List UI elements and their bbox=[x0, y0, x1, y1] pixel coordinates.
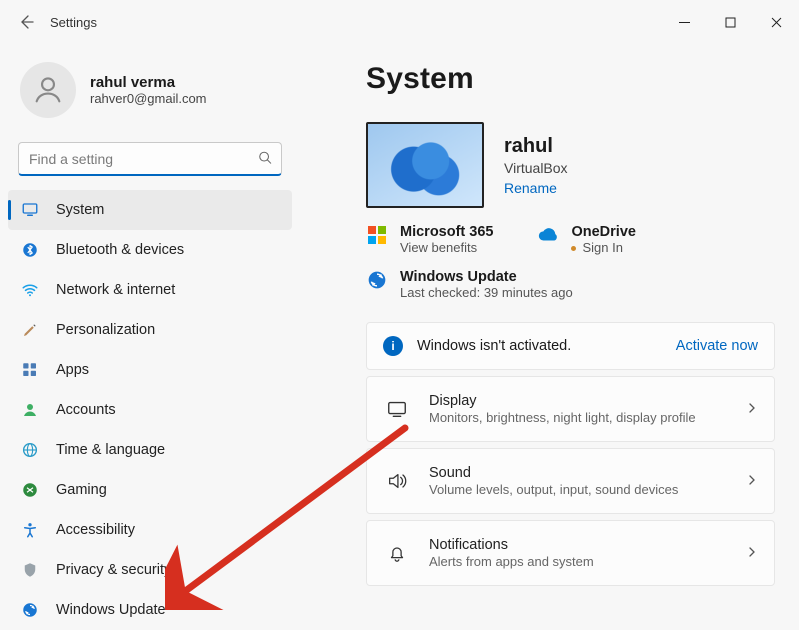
bluetooth-icon bbox=[20, 240, 40, 260]
setting-title: Sound bbox=[429, 465, 728, 481]
wifi-icon bbox=[20, 280, 40, 300]
search-icon bbox=[258, 151, 272, 168]
search-box bbox=[18, 142, 282, 176]
pc-name: rahul bbox=[504, 135, 568, 158]
sidebar-item-label: System bbox=[56, 202, 104, 218]
profile-block[interactable]: rahul verma rahver0@gmail.com bbox=[8, 58, 292, 132]
sidebar-item-label: Privacy & security bbox=[56, 562, 171, 578]
avatar bbox=[20, 62, 76, 118]
winupdate-item[interactable]: Windows Update Last checked: 39 minutes … bbox=[366, 269, 573, 300]
sidebar-item-windows-update[interactable]: Windows Update bbox=[8, 590, 292, 630]
onedrive-sub: Sign In bbox=[571, 240, 635, 255]
back-button[interactable] bbox=[14, 10, 38, 34]
sidebar-item-label: Gaming bbox=[56, 482, 107, 498]
search-input[interactable] bbox=[18, 142, 282, 176]
chevron-right-icon bbox=[746, 473, 758, 489]
setting-display[interactable]: Display Monitors, brightness, night ligh… bbox=[366, 376, 775, 442]
sidebar-item-gaming[interactable]: Gaming bbox=[8, 470, 292, 510]
system-icon bbox=[20, 200, 40, 220]
setting-notifications[interactable]: Notifications Alerts from apps and syste… bbox=[366, 520, 775, 586]
title-bar: Settings bbox=[0, 0, 799, 44]
onedrive-title: OneDrive bbox=[571, 224, 635, 240]
accounts-icon bbox=[20, 400, 40, 420]
winupdate-title: Windows Update bbox=[400, 269, 573, 285]
sidebar-item-accounts[interactable]: Accounts bbox=[8, 390, 292, 430]
pc-model: VirtualBox bbox=[504, 160, 568, 176]
sound-icon bbox=[383, 467, 411, 495]
gaming-icon bbox=[20, 480, 40, 500]
ms365-sub: View benefits bbox=[400, 240, 493, 255]
sidebar-item-label: Accessibility bbox=[56, 522, 135, 538]
info-row: Microsoft 365 View benefits OneDrive Sig… bbox=[366, 224, 775, 255]
window-title: Settings bbox=[50, 15, 97, 30]
onedrive-item[interactable]: OneDrive Sign In bbox=[537, 224, 635, 255]
page-heading: System bbox=[366, 62, 775, 96]
setting-sound[interactable]: Sound Volume levels, output, input, soun… bbox=[366, 448, 775, 514]
sidebar-item-label: Accounts bbox=[56, 402, 116, 418]
chevron-right-icon bbox=[746, 545, 758, 561]
activate-now-link[interactable]: Activate now bbox=[676, 338, 758, 354]
sidebar-item-label: Personalization bbox=[56, 322, 155, 338]
nav-list: System Bluetooth & devices Network & int… bbox=[8, 190, 292, 630]
setting-title: Notifications bbox=[429, 537, 728, 553]
ms365-title: Microsoft 365 bbox=[400, 224, 493, 240]
sidebar-item-privacy[interactable]: Privacy & security bbox=[8, 550, 292, 590]
update-icon bbox=[20, 600, 40, 620]
sidebar-item-label: Time & language bbox=[56, 442, 165, 458]
globe-icon bbox=[20, 440, 40, 460]
ms365-item[interactable]: Microsoft 365 View benefits bbox=[366, 224, 493, 255]
sidebar-item-bluetooth[interactable]: Bluetooth & devices bbox=[8, 230, 292, 270]
update-icon bbox=[366, 269, 388, 291]
chevron-right-icon bbox=[746, 401, 758, 417]
rename-link[interactable]: Rename bbox=[504, 180, 568, 196]
shield-icon bbox=[20, 560, 40, 580]
brush-icon bbox=[20, 320, 40, 340]
pc-block: rahul VirtualBox Rename bbox=[366, 122, 775, 208]
setting-sub: Monitors, brightness, night light, displ… bbox=[429, 410, 728, 425]
activation-banner: i Windows isn't activated. Activate now bbox=[366, 322, 775, 370]
winupdate-sub: Last checked: 39 minutes ago bbox=[400, 285, 573, 300]
setting-sub: Alerts from apps and system bbox=[429, 554, 728, 569]
sidebar: rahul verma rahver0@gmail.com System B bbox=[0, 44, 300, 630]
close-button[interactable] bbox=[753, 7, 799, 37]
info-icon: i bbox=[383, 336, 403, 356]
sidebar-item-system[interactable]: System bbox=[8, 190, 292, 230]
sidebar-item-label: Windows Update bbox=[56, 602, 166, 618]
sidebar-item-label: Apps bbox=[56, 362, 89, 378]
setting-sub: Volume levels, output, input, sound devi… bbox=[429, 482, 728, 497]
onedrive-icon bbox=[537, 224, 559, 246]
accessibility-icon bbox=[20, 520, 40, 540]
sidebar-item-personalization[interactable]: Personalization bbox=[8, 310, 292, 350]
sidebar-item-time-language[interactable]: Time & language bbox=[8, 430, 292, 470]
main-content: System rahul VirtualBox Rename Microsoft… bbox=[300, 44, 799, 630]
sidebar-item-accessibility[interactable]: Accessibility bbox=[8, 510, 292, 550]
sidebar-item-network[interactable]: Network & internet bbox=[8, 270, 292, 310]
activation-text: Windows isn't activated. bbox=[417, 338, 662, 354]
user-email: rahver0@gmail.com bbox=[90, 91, 207, 106]
pc-thumbnail bbox=[366, 122, 484, 208]
sidebar-item-apps[interactable]: Apps bbox=[8, 350, 292, 390]
minimize-button[interactable] bbox=[661, 7, 707, 37]
maximize-button[interactable] bbox=[707, 7, 753, 37]
setting-title: Display bbox=[429, 393, 728, 409]
sidebar-item-label: Bluetooth & devices bbox=[56, 242, 184, 258]
ms365-icon bbox=[366, 224, 388, 246]
user-name: rahul verma bbox=[90, 74, 207, 91]
display-icon bbox=[383, 395, 411, 423]
apps-icon bbox=[20, 360, 40, 380]
sidebar-item-label: Network & internet bbox=[56, 282, 175, 298]
bell-icon bbox=[383, 539, 411, 567]
